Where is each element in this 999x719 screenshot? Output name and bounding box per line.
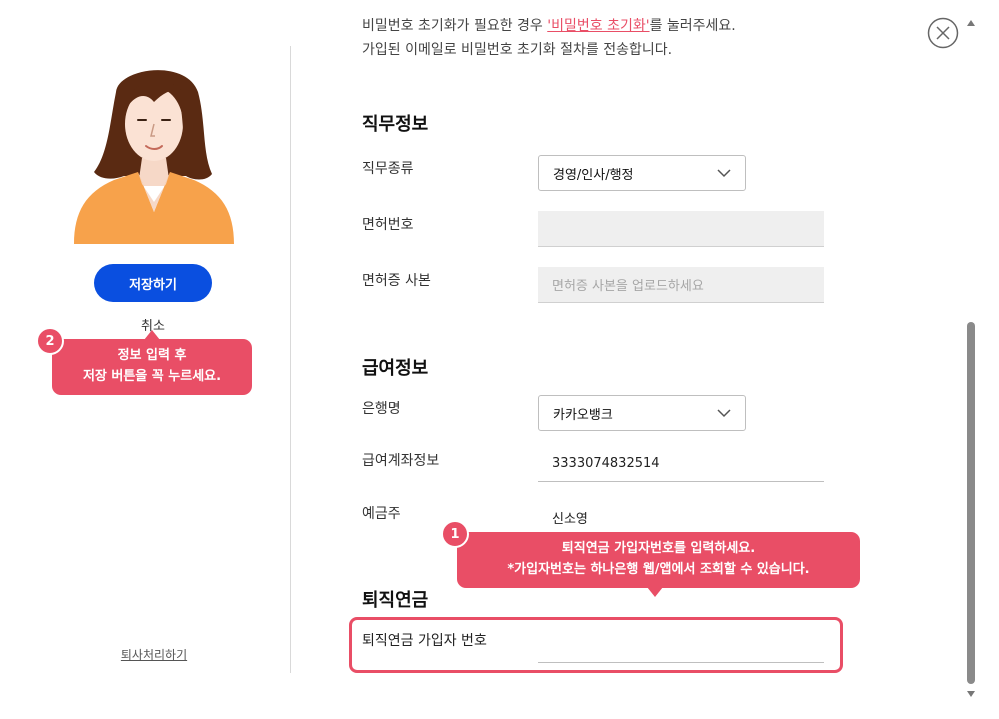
bank-select[interactable]: 카카오뱅크 bbox=[538, 395, 746, 431]
job-type-select[interactable]: 경영/인사/행정 bbox=[538, 155, 746, 191]
scroll-down-arrow[interactable] bbox=[967, 691, 975, 697]
bank-value: 카카오뱅크 bbox=[553, 407, 613, 423]
step-badge: 1 bbox=[441, 520, 469, 548]
section-title-salary-info: 급여정보 bbox=[362, 358, 429, 379]
tooltip-line-2: *가입자번호는 하나은행 웹/앱에서 조회할 수 있습니다. bbox=[507, 562, 810, 577]
holder-label: 예금주 bbox=[362, 506, 401, 522]
chevron-down-icon bbox=[717, 169, 731, 178]
account-label: 급여계좌정보 bbox=[362, 453, 440, 469]
section-title-pension: 퇴직연금 bbox=[362, 590, 429, 611]
holder-value: 신소영 bbox=[552, 512, 588, 527]
avatar bbox=[74, 70, 234, 244]
notice-text-after: 를 눌러주세요. bbox=[649, 18, 736, 34]
license-copy-upload[interactable]: 면허증 사본을 업로드하세요 bbox=[538, 267, 824, 303]
chevron-down-icon bbox=[717, 409, 731, 418]
notice-line-2: 가입된 이메일로 비밀번호 초기화 절차를 전송합니다. bbox=[362, 42, 673, 58]
scroll-thumb[interactable] bbox=[967, 322, 975, 684]
profile-sidebar: 저장하기 취소 2 정보 입력 후 저장 버튼을 꼭 누르세요. 퇴사처리하기 bbox=[0, 0, 291, 719]
tooltip-line-1: 퇴직연금 가입자번호를 입력하세요. bbox=[561, 541, 756, 556]
tooltip-arrow bbox=[144, 330, 160, 340]
tooltip-line-2: 저장 버튼을 꼭 누르세요. bbox=[82, 369, 222, 384]
scrollbar[interactable] bbox=[963, 14, 979, 703]
account-input[interactable]: 3333074832514 bbox=[538, 446, 824, 482]
pension-member-number-input[interactable] bbox=[538, 626, 824, 663]
bank-label: 은행명 bbox=[362, 401, 401, 417]
step-badge: 2 bbox=[36, 327, 64, 355]
save-reminder-tooltip: 2 정보 입력 후 저장 버튼을 꼭 누르세요. bbox=[36, 327, 252, 395]
job-type-label: 직무종류 bbox=[362, 161, 414, 177]
license-copy-placeholder: 면허증 사본을 업로드하세요 bbox=[552, 279, 704, 294]
scroll-up-arrow[interactable] bbox=[967, 20, 975, 26]
tooltip-line-1: 정보 입력 후 bbox=[117, 348, 187, 363]
license-number-input[interactable] bbox=[538, 211, 824, 247]
pension-member-number-label: 퇴직연금 가입자 번호 bbox=[362, 633, 487, 649]
save-button[interactable]: 저장하기 bbox=[94, 264, 212, 302]
notice-text-before: 비밀번호 초기화가 필요한 경우 bbox=[362, 18, 548, 34]
tooltip-arrow bbox=[647, 587, 663, 597]
license-copy-label: 면허증 사본 bbox=[362, 273, 431, 289]
job-type-value: 경영/인사/행정 bbox=[553, 167, 634, 183]
pension-tooltip: 1 퇴직연금 가입자번호를 입력하세요. *가입자번호는 하나은행 웹/앱에서 … bbox=[441, 520, 860, 597]
password-reset-notice: 비밀번호 초기화가 필요한 경우 '비밀번호 초기화'를 눌러주세요. 가입된 … bbox=[362, 14, 736, 62]
resign-link[interactable]: 퇴사처리하기 bbox=[104, 646, 204, 663]
password-reset-link[interactable]: '비밀번호 초기화' bbox=[547, 18, 649, 34]
section-title-job-info: 직무정보 bbox=[362, 114, 429, 135]
license-number-label: 면허번호 bbox=[362, 217, 414, 233]
close-icon[interactable] bbox=[927, 17, 959, 49]
employee-form: 비밀번호 초기화가 필요한 경우 '비밀번호 초기화'를 눌러주세요. 가입된 … bbox=[291, 0, 961, 719]
